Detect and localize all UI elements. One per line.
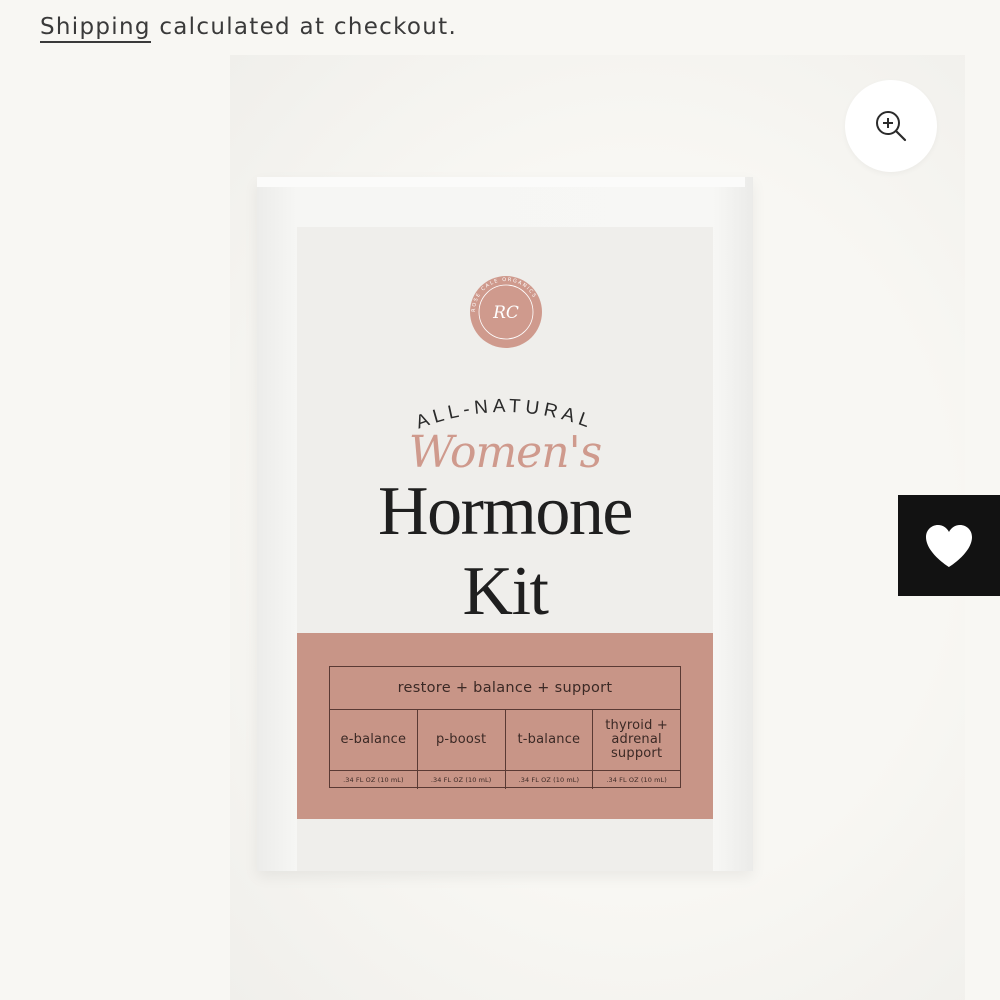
main-title-line2: Kit xyxy=(462,553,549,630)
table-cell: thyroid + adrenal support xyxy=(605,718,668,761)
shipping-note: Shipping calculated at checkout. xyxy=(40,14,458,43)
product-media-gallery[interactable]: ROSE CALE ORGANICS RC ALL-NATURAL Women'… xyxy=(0,55,1000,1000)
script-title: Women's xyxy=(408,427,603,478)
logo-initials: RC xyxy=(492,303,519,323)
zoom-in-icon xyxy=(876,111,907,142)
main-title-line1: Hormone xyxy=(378,473,633,550)
table-header: restore + balance + support xyxy=(330,667,680,710)
zoom-button[interactable] xyxy=(845,80,937,172)
heart-icon xyxy=(926,524,972,567)
brand-logo: ROSE CALE ORGANICS RC xyxy=(470,276,542,348)
table-cell-size: .34 FL OZ (10 mL) xyxy=(330,771,418,789)
table-row-sizes: .34 FL OZ (10 mL) .34 FL OZ (10 mL) .34 … xyxy=(330,771,680,789)
product-table: restore + balance + support e-balance p-… xyxy=(329,666,681,789)
table-cell: t-balance xyxy=(506,710,594,770)
table-row-names: e-balance p-boost t-balance thyroid + ad… xyxy=(330,710,680,771)
table-cell-size: .34 FL OZ (10 mL) xyxy=(418,771,506,789)
table-cell: p-boost xyxy=(418,710,506,770)
table-cell: e-balance xyxy=(330,710,418,770)
shipping-link[interactable]: Shipping xyxy=(40,14,151,43)
wishlist-button[interactable] xyxy=(898,495,1000,596)
table-cell-size: .34 FL OZ (10 mL) xyxy=(606,776,667,784)
table-cell-size: .34 FL OZ (10 mL) xyxy=(506,771,594,789)
product-page: Shipping calculated at checkout. ROSE CA… xyxy=(0,0,1000,1000)
product-label: ROSE CALE ORGANICS RC ALL-NATURAL Women'… xyxy=(297,227,713,871)
product-box-top xyxy=(257,177,745,187)
shipping-note-text: calculated at checkout. xyxy=(150,14,458,40)
